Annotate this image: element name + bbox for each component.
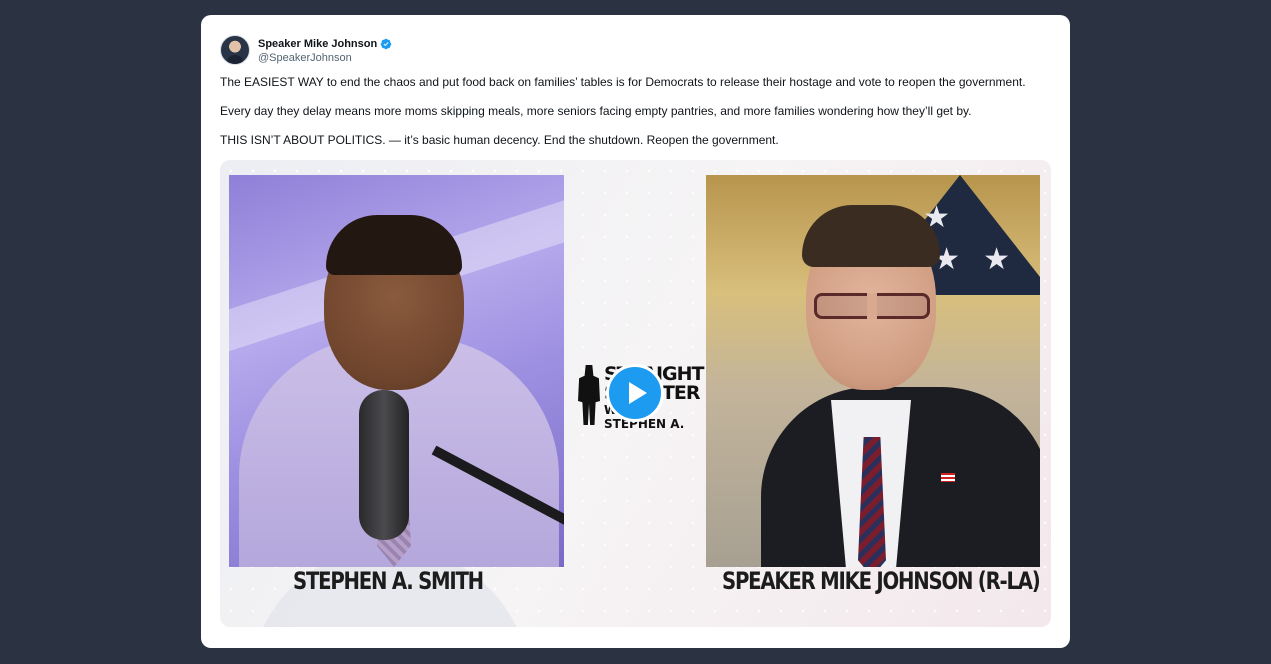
tweet-paragraph: THIS ISN’T ABOUT POLITICS. — it’s basic …	[220, 133, 779, 147]
author-names: Speaker Mike Johnson @SpeakerJohnson	[258, 37, 392, 64]
tweet-paragraph: The EASIEST WAY to end the chaos and put…	[220, 75, 1026, 89]
video-panel-left	[229, 175, 564, 567]
tweet-card: Speaker Mike Johnson @SpeakerJohnson The…	[201, 15, 1070, 648]
tweet-paragraph: Every day they delay means more moms ski…	[220, 104, 972, 118]
video-player[interactable]: ★ ★ ★ STRAIGHT SHOOTER WITH STEPHEN A. S…	[220, 160, 1051, 627]
microphone	[359, 390, 409, 540]
star-icon: ★	[983, 242, 1010, 277]
person-left-hair	[326, 215, 462, 275]
play-button[interactable]	[606, 364, 664, 422]
author-handle[interactable]: @SpeakerJohnson	[258, 52, 392, 64]
tweet-text: The EASIEST WAY to end the chaos and put…	[220, 75, 1055, 162]
play-icon	[628, 382, 647, 404]
video-panel-right: ★ ★ ★	[706, 175, 1040, 567]
tweet-header: Speaker Mike Johnson @SpeakerJohnson	[220, 35, 392, 65]
silhouette-icon	[578, 365, 600, 425]
name-row: Speaker Mike Johnson	[258, 37, 392, 51]
glasses	[814, 293, 930, 319]
verified-badge-icon	[380, 38, 392, 49]
person-right-hair	[802, 205, 940, 267]
caption-right: SPEAKER MIKE JOHNSON (R-LA)	[722, 567, 1041, 595]
caption-left: STEPHEN A. SMITH	[293, 567, 484, 595]
flag-pin-icon	[941, 473, 955, 482]
avatar[interactable]	[220, 35, 250, 65]
author-display-name[interactable]: Speaker Mike Johnson	[258, 38, 377, 50]
